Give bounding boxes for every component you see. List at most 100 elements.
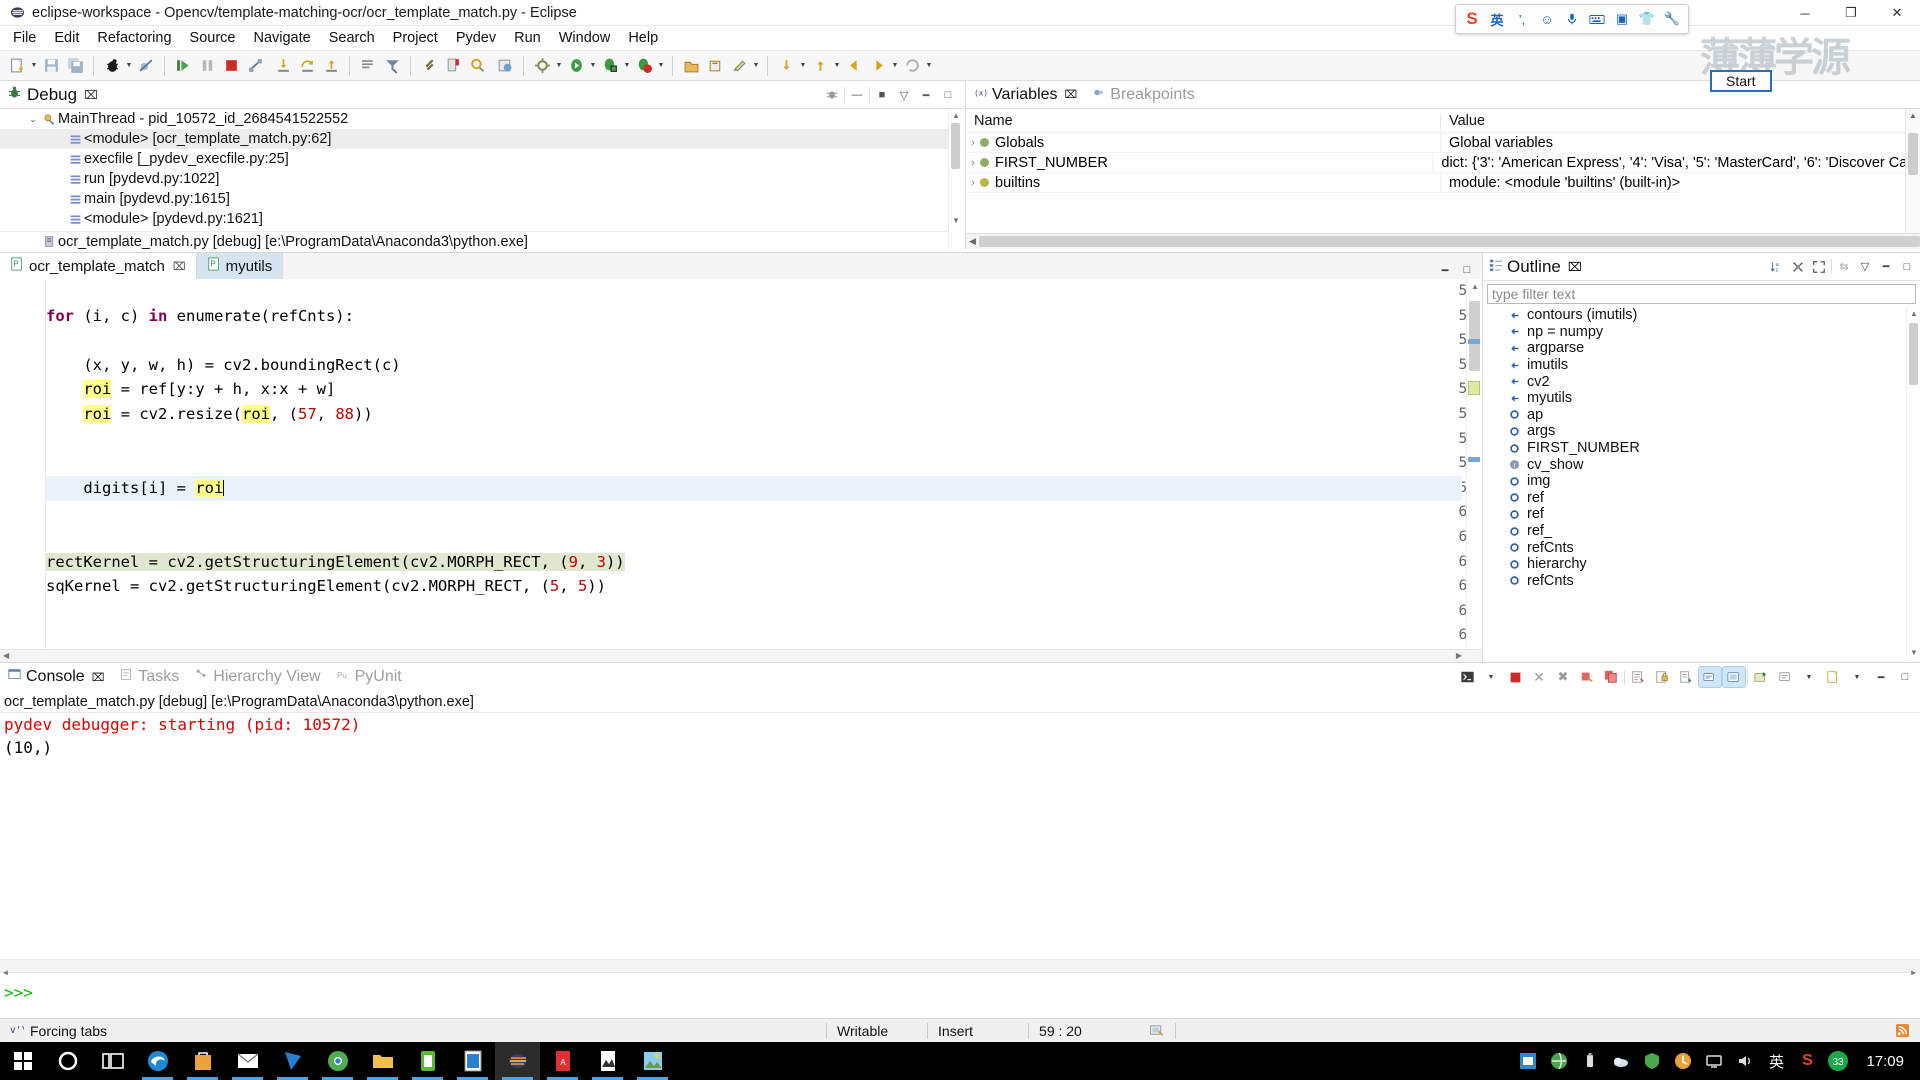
- editor-tab-myutils[interactable]: Pmyutils: [196, 253, 284, 279]
- close-icon[interactable]: ⌧: [1065, 88, 1078, 101]
- editor-horizontal-scrollbar[interactable]: ◀ ▶: [0, 649, 1482, 663]
- debug-tree-row[interactable]: <module> [pydevd.py:1621]: [0, 209, 962, 229]
- taskbar-foxmail-icon[interactable]: [270, 1042, 315, 1080]
- close-button[interactable]: ✕: [1874, 0, 1920, 26]
- open-console-icon[interactable]: [1750, 667, 1772, 687]
- filter-icon[interactable]: [822, 85, 842, 105]
- rss-icon[interactable]: [1885, 1019, 1920, 1043]
- prev-annotation-dropdown-icon[interactable]: ▼: [832, 55, 842, 77]
- console-tab-pyunit[interactable]: Pu PyUnit: [329, 663, 410, 691]
- save-icon[interactable]: [40, 55, 62, 77]
- smiley-icon[interactable]: ☺: [1536, 8, 1558, 30]
- prev-annotation-icon[interactable]: [809, 55, 831, 77]
- debug-icon[interactable]: [101, 55, 123, 77]
- pin-icon[interactable]: [728, 55, 750, 77]
- pin-dropdown-icon[interactable]: ▼: [751, 55, 761, 77]
- outline-view-tab[interactable]: Outline ⌧ az ⇆ ▽ ━ □: [1483, 253, 1920, 281]
- microphone-icon[interactable]: [1561, 8, 1583, 30]
- console-view-dropdown-icon[interactable]: ▼: [1846, 667, 1868, 687]
- menu-item-help[interactable]: Help: [619, 28, 667, 48]
- outline-item[interactable]: myutils: [1483, 390, 1920, 407]
- outline-item[interactable]: FIRST_NUMBER: [1483, 440, 1920, 457]
- layout-icon[interactable]: ■: [872, 85, 892, 105]
- tab-breakpoints[interactable]: Breakpoints: [1085, 81, 1203, 109]
- copy-icon[interactable]: [1600, 667, 1622, 687]
- taskbar-eclipse-icon[interactable]: [495, 1042, 540, 1080]
- variable-row[interactable]: › FIRST_NUMBER dict: {'3': 'American Expre…: [966, 153, 1920, 173]
- outline-item[interactable]: argparse: [1483, 340, 1920, 357]
- expand-arrow-icon[interactable]: ›: [966, 157, 980, 169]
- screenshot-icon[interactable]: [1515, 1042, 1541, 1080]
- punctuation-icon[interactable]: ’,: [1511, 8, 1533, 30]
- display-selected-console-icon[interactable]: [1698, 666, 1722, 688]
- debug-tree-row[interactable]: ocr_template_match.py [debug] [e:\Progra…: [0, 231, 962, 249]
- view-menu-icon[interactable]: ▽: [1856, 258, 1874, 276]
- search-icon[interactable]: [466, 55, 488, 77]
- taskbar-cortana-icon[interactable]: [45, 1042, 90, 1080]
- outline-item[interactable]: ref: [1483, 490, 1920, 507]
- sogou-logo-icon[interactable]: S: [1461, 8, 1483, 30]
- maximize-button[interactable]: ❐: [1828, 0, 1874, 26]
- network-icon[interactable]: [1701, 1042, 1727, 1080]
- usb-icon[interactable]: [1577, 1042, 1603, 1080]
- keyboard-icon[interactable]: [1586, 8, 1608, 30]
- terminate-icon[interactable]: [220, 55, 242, 77]
- next-annotation-dropdown-icon[interactable]: ▼: [798, 55, 808, 77]
- minimize-icon[interactable]: ━: [1877, 258, 1895, 276]
- terminal-icon[interactable]: [1456, 667, 1478, 687]
- wrench-icon[interactable]: 🔧: [1661, 8, 1683, 30]
- volume-icon[interactable]: [1732, 1042, 1758, 1080]
- clear-console-icon[interactable]: [1576, 667, 1598, 687]
- close-icon[interactable]: ⌧: [1568, 260, 1582, 274]
- new-console-view-icon[interactable]: [1774, 667, 1796, 687]
- bookmark-icon[interactable]: [442, 55, 464, 77]
- shield-icon[interactable]: [1639, 1042, 1665, 1080]
- outline-item[interactable]: imutils: [1483, 357, 1920, 374]
- outline-item[interactable]: img: [1483, 473, 1920, 490]
- minimize-icon[interactable]: ━: [1436, 261, 1454, 279]
- editor-gutter[interactable]: [0, 279, 46, 663]
- editor-code-area[interactable]: 515253545556575859606162636465 for (i, c…: [0, 279, 1482, 663]
- outline-item[interactable]: contours (imutils): [1483, 307, 1920, 324]
- menu-item-source[interactable]: Source: [181, 28, 245, 48]
- disconnect-icon[interactable]: [244, 55, 266, 77]
- scroll-lock-icon[interactable]: [1627, 667, 1649, 687]
- expand-arrow-icon[interactable]: ›: [966, 137, 980, 149]
- next-annotation-icon[interactable]: [775, 55, 797, 77]
- debug-config-icon[interactable]: [599, 55, 621, 77]
- refresh-icon[interactable]: [901, 55, 923, 77]
- show-console-on-output-icon[interactable]: [1675, 667, 1697, 687]
- new-console-icon[interactable]: [1822, 667, 1844, 687]
- outline-item[interactable]: f cv_show: [1483, 456, 1920, 473]
- ime-cn-icon[interactable]: 英: [1763, 1042, 1789, 1080]
- maximize-icon[interactable]: □: [1898, 258, 1916, 276]
- outline-item[interactable]: np = numpy: [1483, 324, 1920, 341]
- debug-tree-row[interactable]: main [pydevd.py:1615]: [0, 189, 962, 209]
- debug-config-dropdown-icon[interactable]: ▼: [622, 55, 632, 77]
- maximize-icon[interactable]: □: [1894, 667, 1916, 687]
- outline-item[interactable]: ref: [1483, 506, 1920, 523]
- debug-view-tab[interactable]: Debug ⌧ ― ■ ▽ ━ □: [0, 81, 962, 109]
- badge-33-icon[interactable]: 33: [1825, 1042, 1851, 1080]
- chevron-down-icon[interactable]: ⌄: [26, 114, 40, 125]
- minimize-icon[interactable]: ━: [1870, 667, 1892, 687]
- link-icon[interactable]: [418, 55, 440, 77]
- outline-item[interactable]: refCnts: [1483, 539, 1920, 556]
- collapse-all-icon[interactable]: ―: [847, 85, 867, 105]
- open-perspective-icon[interactable]: [680, 55, 702, 77]
- view-menu-icon[interactable]: ▽: [894, 85, 914, 105]
- debug-dropdown-icon[interactable]: ▼: [124, 55, 134, 77]
- outline-scrollbar[interactable]: ▲ ▼: [1906, 307, 1920, 659]
- console-tab-tasks[interactable]: Tasks: [112, 663, 187, 691]
- outline-item[interactable]: refCnts: [1483, 573, 1920, 590]
- screenshot-icon[interactable]: ▣: [1611, 8, 1633, 30]
- variables-horizontal-scrollbar[interactable]: ◀: [966, 233, 1920, 249]
- external-tools-icon[interactable]: [531, 55, 553, 77]
- run-dropdown-icon[interactable]: ▼: [588, 55, 598, 77]
- previous-annotation-icon[interactable]: [704, 55, 726, 77]
- suspend-icon[interactable]: [196, 55, 218, 77]
- smart-insert-icon[interactable]: [1139, 1019, 1175, 1043]
- coverage-icon[interactable]: [633, 55, 655, 77]
- column-header-name[interactable]: Name: [966, 112, 1441, 129]
- menu-item-search[interactable]: Search: [320, 28, 384, 48]
